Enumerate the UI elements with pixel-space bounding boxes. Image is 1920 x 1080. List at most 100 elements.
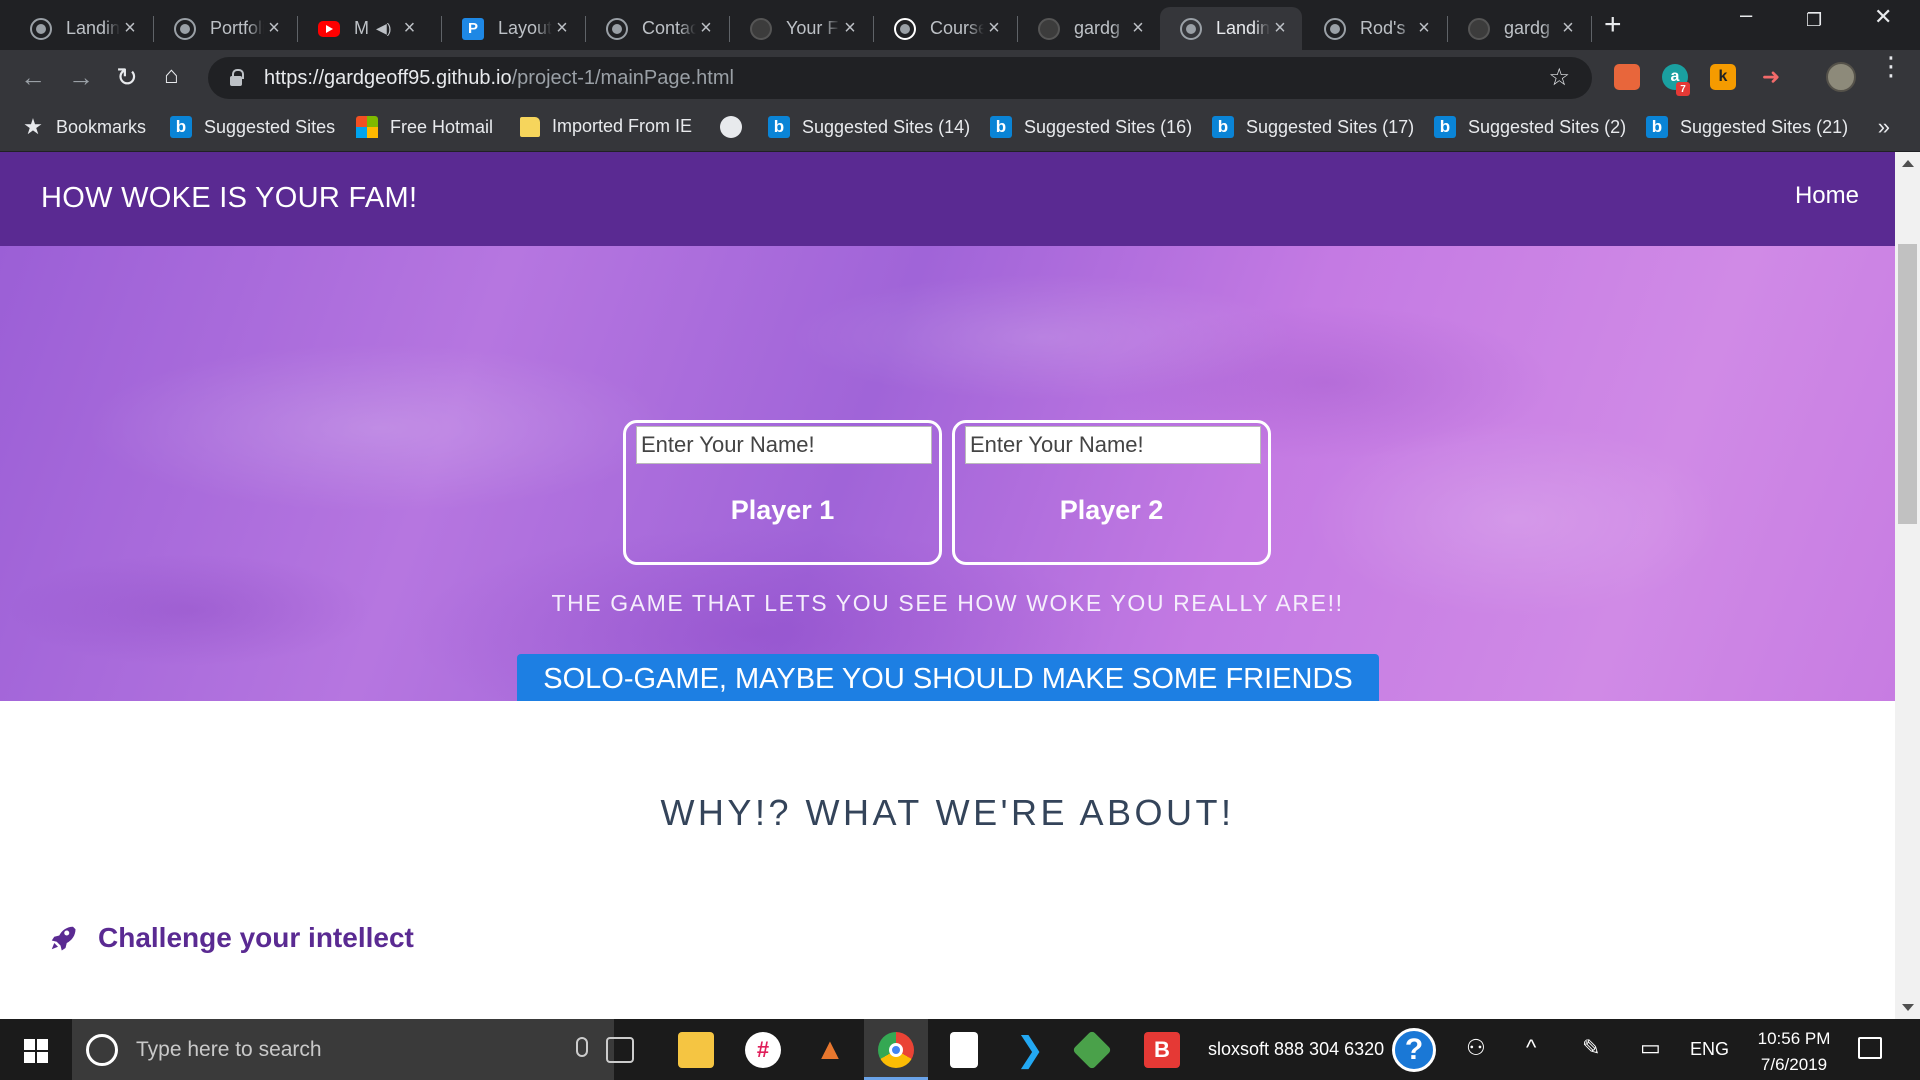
close-icon[interactable]: × bbox=[840, 17, 860, 40]
close-icon[interactable]: × bbox=[552, 17, 572, 40]
folder-icon bbox=[520, 116, 540, 137]
globe-icon bbox=[720, 116, 742, 138]
close-icon[interactable]: × bbox=[399, 17, 419, 40]
tab-5[interactable]: Contact× bbox=[586, 7, 728, 50]
tab-3[interactable]: M ◀) × bbox=[298, 7, 440, 50]
home-icon[interactable]: ⌂ bbox=[164, 62, 179, 90]
globe-icon bbox=[606, 17, 628, 40]
lock-icon bbox=[230, 69, 244, 86]
bookmark-star-icon[interactable]: ☆ bbox=[1548, 63, 1570, 92]
rocket-icon bbox=[51, 926, 76, 951]
player-1-name-input[interactable] bbox=[636, 426, 932, 464]
site-brand[interactable]: HOW WOKE IS YOUR FAM! bbox=[41, 182, 417, 215]
tab-title: M bbox=[354, 18, 369, 38]
tab-1[interactable]: Landing Page× bbox=[10, 7, 152, 50]
bing-icon: b bbox=[1434, 116, 1456, 138]
tab-7[interactable]: Course × bbox=[874, 7, 1016, 50]
bookmark-free-hotmail[interactable]: Free Hotmail bbox=[356, 116, 493, 138]
notifications-icon[interactable] bbox=[1858, 1037, 1882, 1059]
profile-avatar[interactable] bbox=[1826, 62, 1856, 92]
language-indicator[interactable]: ENG bbox=[1690, 1039, 1729, 1060]
bookmark-suggested-sites-17[interactable]: b Suggested Sites (17) bbox=[1212, 116, 1414, 138]
gitkraken-icon[interactable] bbox=[1072, 1030, 1112, 1070]
taskbar-search-box[interactable]: Type here to search bbox=[72, 1019, 614, 1080]
tab-9-active[interactable]: Landing× bbox=[1160, 7, 1302, 50]
feature-title: Challenge your intellect bbox=[98, 922, 414, 953]
bookmark-globe[interactable] bbox=[720, 116, 754, 138]
task-view-icon[interactable] bbox=[606, 1037, 634, 1063]
page-scrollbar[interactable] bbox=[1895, 152, 1920, 1019]
bing-icon: b bbox=[768, 116, 790, 138]
player-2-card: Player 2 bbox=[952, 420, 1271, 565]
reload-icon[interactable]: ↻ bbox=[116, 62, 138, 93]
taskbar-search-placeholder: Type here to search bbox=[136, 1037, 322, 1061]
tray-label[interactable]: sloxsoft 888 304 6320 bbox=[1208, 1039, 1384, 1060]
new-tab-button[interactable]: + bbox=[1604, 8, 1622, 42]
arrow-extension-icon[interactable]: ➜ bbox=[1758, 64, 1784, 90]
tab-4[interactable]: P Layout × bbox=[442, 7, 584, 50]
tab-10[interactable]: Rod's × bbox=[1304, 7, 1446, 50]
bookmark-suggested-sites-16[interactable]: b Suggested Sites (16) bbox=[990, 116, 1192, 138]
close-window-icon[interactable]: ✕ bbox=[1874, 4, 1892, 30]
clock-time: 10:56 PM bbox=[1757, 1029, 1831, 1048]
matlab-icon[interactable]: ▲ bbox=[812, 1032, 848, 1068]
close-icon[interactable]: × bbox=[1270, 17, 1290, 40]
taskbar-clock[interactable]: 10:56 PM 7/6/2019 bbox=[1744, 1026, 1844, 1078]
minimize-icon[interactable]: – bbox=[1740, 2, 1752, 28]
github-icon bbox=[750, 17, 772, 40]
close-icon[interactable]: × bbox=[984, 17, 1004, 40]
people-icon[interactable]: ⚇ bbox=[1466, 1035, 1486, 1061]
url-host: https://gardgeoff95.github.io bbox=[264, 66, 512, 89]
show-hidden-icons-icon[interactable]: ^ bbox=[1526, 1035, 1536, 1061]
menu-icon[interactable]: ⋮ bbox=[1878, 53, 1904, 79]
globe-icon bbox=[30, 17, 52, 40]
more-bookmarks-icon[interactable]: » bbox=[1878, 114, 1890, 140]
bing-icon: b bbox=[1646, 116, 1668, 138]
microphone-icon[interactable] bbox=[576, 1037, 588, 1057]
network-icon[interactable]: ▭ bbox=[1640, 1035, 1661, 1061]
close-icon[interactable]: × bbox=[120, 17, 140, 40]
slack-icon[interactable]: # bbox=[745, 1032, 781, 1068]
bookmark-suggested-sites[interactable]: b Suggested Sites bbox=[170, 116, 335, 138]
notepad-icon[interactable] bbox=[950, 1032, 978, 1068]
address-bar[interactable]: https://gardgeoff95.github.io/project-1/… bbox=[208, 57, 1592, 99]
help-icon[interactable]: ? bbox=[1392, 1028, 1436, 1072]
scroll-down-icon[interactable] bbox=[1902, 1004, 1914, 1011]
tab-2[interactable]: Portfolio× bbox=[154, 7, 296, 50]
solo-game-button[interactable]: SOLO-GAME, MAYBE YOU SHOULD MAKE SOME FR… bbox=[517, 654, 1379, 701]
chrome-icon[interactable] bbox=[878, 1032, 914, 1068]
close-icon[interactable]: × bbox=[1558, 17, 1578, 40]
close-icon[interactable]: × bbox=[1414, 17, 1434, 40]
scroll-thumb[interactable] bbox=[1898, 244, 1917, 524]
bookmark-suggested-sites-21[interactable]: b Suggested Sites (21) bbox=[1646, 116, 1848, 138]
bookmark-suggested-sites-14[interactable]: b Suggested Sites (14) bbox=[768, 116, 970, 138]
pen-icon[interactable]: ✎ bbox=[1582, 1035, 1600, 1061]
bookmark-label: Suggested Sites (2) bbox=[1468, 116, 1627, 137]
github-icon bbox=[1038, 17, 1060, 40]
windows-taskbar: Type here to search # ▲ ❯ B sloxsoft 888… bbox=[0, 1019, 1920, 1080]
bookmark-suggested-sites-2[interactable]: b Suggested Sites (2) bbox=[1434, 116, 1626, 138]
vscode-icon[interactable]: ❯ bbox=[1012, 1031, 1048, 1069]
bookmark-bookmarks[interactable]: ★ Bookmarks bbox=[22, 114, 146, 139]
tab-11[interactable]: gardg × bbox=[1448, 7, 1590, 50]
bing-icon: b bbox=[170, 116, 192, 138]
tab-6[interactable]: Your F × bbox=[730, 7, 872, 50]
b-app-icon[interactable]: B bbox=[1144, 1032, 1180, 1068]
close-icon[interactable]: × bbox=[1128, 17, 1148, 40]
tab-8[interactable]: gardg × bbox=[1018, 7, 1160, 50]
restore-icon[interactable]: ❐ bbox=[1806, 10, 1822, 31]
close-icon[interactable]: × bbox=[264, 17, 284, 40]
close-icon[interactable]: × bbox=[696, 17, 716, 40]
nav-home-link[interactable]: Home bbox=[1795, 182, 1859, 210]
office-extension-icon[interactable] bbox=[1614, 64, 1640, 90]
windows-start-icon[interactable] bbox=[24, 1039, 48, 1063]
player-2-name-input[interactable] bbox=[965, 426, 1261, 464]
youtube-icon bbox=[318, 20, 340, 37]
file-explorer-icon[interactable] bbox=[678, 1032, 714, 1068]
speaker-icon[interactable]: ◀) bbox=[376, 20, 391, 37]
k-extension-icon[interactable]: k bbox=[1710, 64, 1736, 90]
bookmark-imported-from-ie[interactable]: Imported From IE bbox=[520, 116, 692, 137]
back-icon[interactable]: ← bbox=[20, 62, 46, 93]
scroll-up-icon[interactable] bbox=[1902, 160, 1914, 167]
forward-icon[interactable]: → bbox=[68, 62, 94, 93]
